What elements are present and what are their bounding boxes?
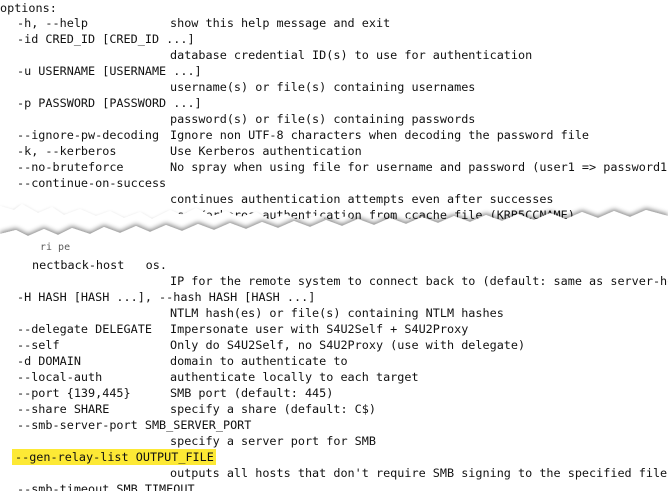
option-line: -k, --kerberos Use Kerberos authenticati… xyxy=(0,143,362,159)
option-desc: Only do S4U2Self, no S4U2Proxy (use with… xyxy=(170,338,526,352)
option-desc: specify a server port for SMB xyxy=(170,434,376,448)
option-desc: database credential ID(s) to use for aut… xyxy=(170,48,533,62)
highlighted-option-flag: --gen-relay-list OUTPUT_FILE xyxy=(12,449,216,465)
option-desc: specify a share (default: C$) xyxy=(170,402,376,416)
option-desc: outputs all hosts that don't require SMB… xyxy=(170,466,668,480)
option-desc: Impersonate user with S4U2Self + S4U2Pro… xyxy=(170,322,469,336)
option-desc: Use Kerberos authentication xyxy=(170,144,362,158)
option-flag: --smb-timeout SMB_TIMEOUT xyxy=(17,482,195,491)
option-desc: domain to authenticate to xyxy=(170,354,348,368)
option-line: -id CRED_ID [CRED_ID ...] xyxy=(0,31,195,47)
option-desc: authenticate locally to each target xyxy=(170,370,419,384)
option-line: -h, --help show this help message and ex… xyxy=(0,15,390,31)
option-line: --ignore-pw-decoding Ignore non UTF-8 ch… xyxy=(0,127,589,143)
option-line: --smb-server-port SMB_SERVER_PORT xyxy=(0,417,251,433)
option-flag: -u USERNAME [USERNAME ...] xyxy=(17,64,202,78)
option-flag: -h, --help xyxy=(17,16,89,30)
options-header: options: xyxy=(0,0,57,16)
option-desc: show this help message and exit xyxy=(170,16,391,30)
option-desc: IP for the remote system to connect back… xyxy=(170,274,668,288)
torn-paper-edge xyxy=(0,204,668,270)
option-line: IP for the remote system to connect back… xyxy=(0,273,668,289)
option-desc: SMB port (default: 445) xyxy=(170,386,334,400)
option-line: -H HASH [HASH ...], --hash HASH [HASH ..… xyxy=(0,289,315,305)
option-line: --self Only do S4U2Self, no S4U2Proxy (u… xyxy=(0,337,525,353)
option-flag: --smb-server-port SMB_SERVER_PORT xyxy=(17,418,252,432)
option-line: password(s) or file(s) containing passwo… xyxy=(0,111,475,127)
option-line: --delegate DELEGATE Impersonate user wit… xyxy=(0,321,468,337)
option-flag: --share SHARE xyxy=(17,402,110,416)
option-flag: -H HASH [HASH ...], --hash HASH [HASH ..… xyxy=(17,290,316,304)
option-line: -d DOMAIN domain to authenticate to xyxy=(0,353,348,369)
option-flag: -d DOMAIN xyxy=(17,354,81,368)
option-desc: username(s) or file(s) containing userna… xyxy=(170,80,476,94)
option-flag: --port {139,445} xyxy=(17,386,131,400)
terminal-help-output: options: -h, --help show this help messa… xyxy=(0,0,668,491)
torn-fragment-text: nectback-host os. xyxy=(32,258,167,272)
option-desc: password(s) or file(s) containing passwo… xyxy=(170,112,476,126)
option-line: --local-auth authenticate locally to eac… xyxy=(0,369,419,385)
torn-fragment-line: ri pe xyxy=(0,240,70,256)
option-line: username(s) or file(s) containing userna… xyxy=(0,79,475,95)
option-flag: --local-auth xyxy=(17,370,103,384)
option-flag: --delegate DELEGATE xyxy=(17,322,152,336)
options-header-text: options: xyxy=(0,1,57,15)
torn-fragment-text: ri pe xyxy=(40,242,71,253)
option-line: --share SHARE specify a share (default: … xyxy=(0,401,376,417)
option-line: outputs all hosts that don't require SMB… xyxy=(0,465,667,481)
option-line: specify a server port for SMB xyxy=(0,433,376,449)
option-line: --port {139,445} SMB port (default: 445) xyxy=(0,385,333,401)
option-line-highlighted: --gen-relay-list OUTPUT_FILE xyxy=(0,449,216,465)
option-flag: --ignore-pw-decoding xyxy=(17,128,160,142)
option-flag: -p PASSWORD [PASSWORD ...] xyxy=(17,96,202,110)
option-flag: -id CRED_ID [CRED_ID ...] xyxy=(17,32,195,46)
option-desc: NTLM hash(es) or file(s) containing NTLM… xyxy=(170,306,504,320)
option-desc: Ignore non UTF-8 characters when decodin… xyxy=(170,128,590,142)
option-flag: --self xyxy=(17,338,60,352)
option-line: -p PASSWORD [PASSWORD ...] xyxy=(0,95,202,111)
torn-fragment-line: nectback-host os. xyxy=(0,257,167,273)
option-line: --smb-timeout SMB_TIMEOUT xyxy=(0,481,195,491)
option-flag: -k, --kerberos xyxy=(17,144,117,158)
option-line: -u USERNAME [USERNAME ...] xyxy=(0,63,202,79)
option-line: NTLM hash(es) or file(s) containing NTLM… xyxy=(0,305,504,321)
option-line: database credential ID(s) to use for aut… xyxy=(0,47,532,63)
